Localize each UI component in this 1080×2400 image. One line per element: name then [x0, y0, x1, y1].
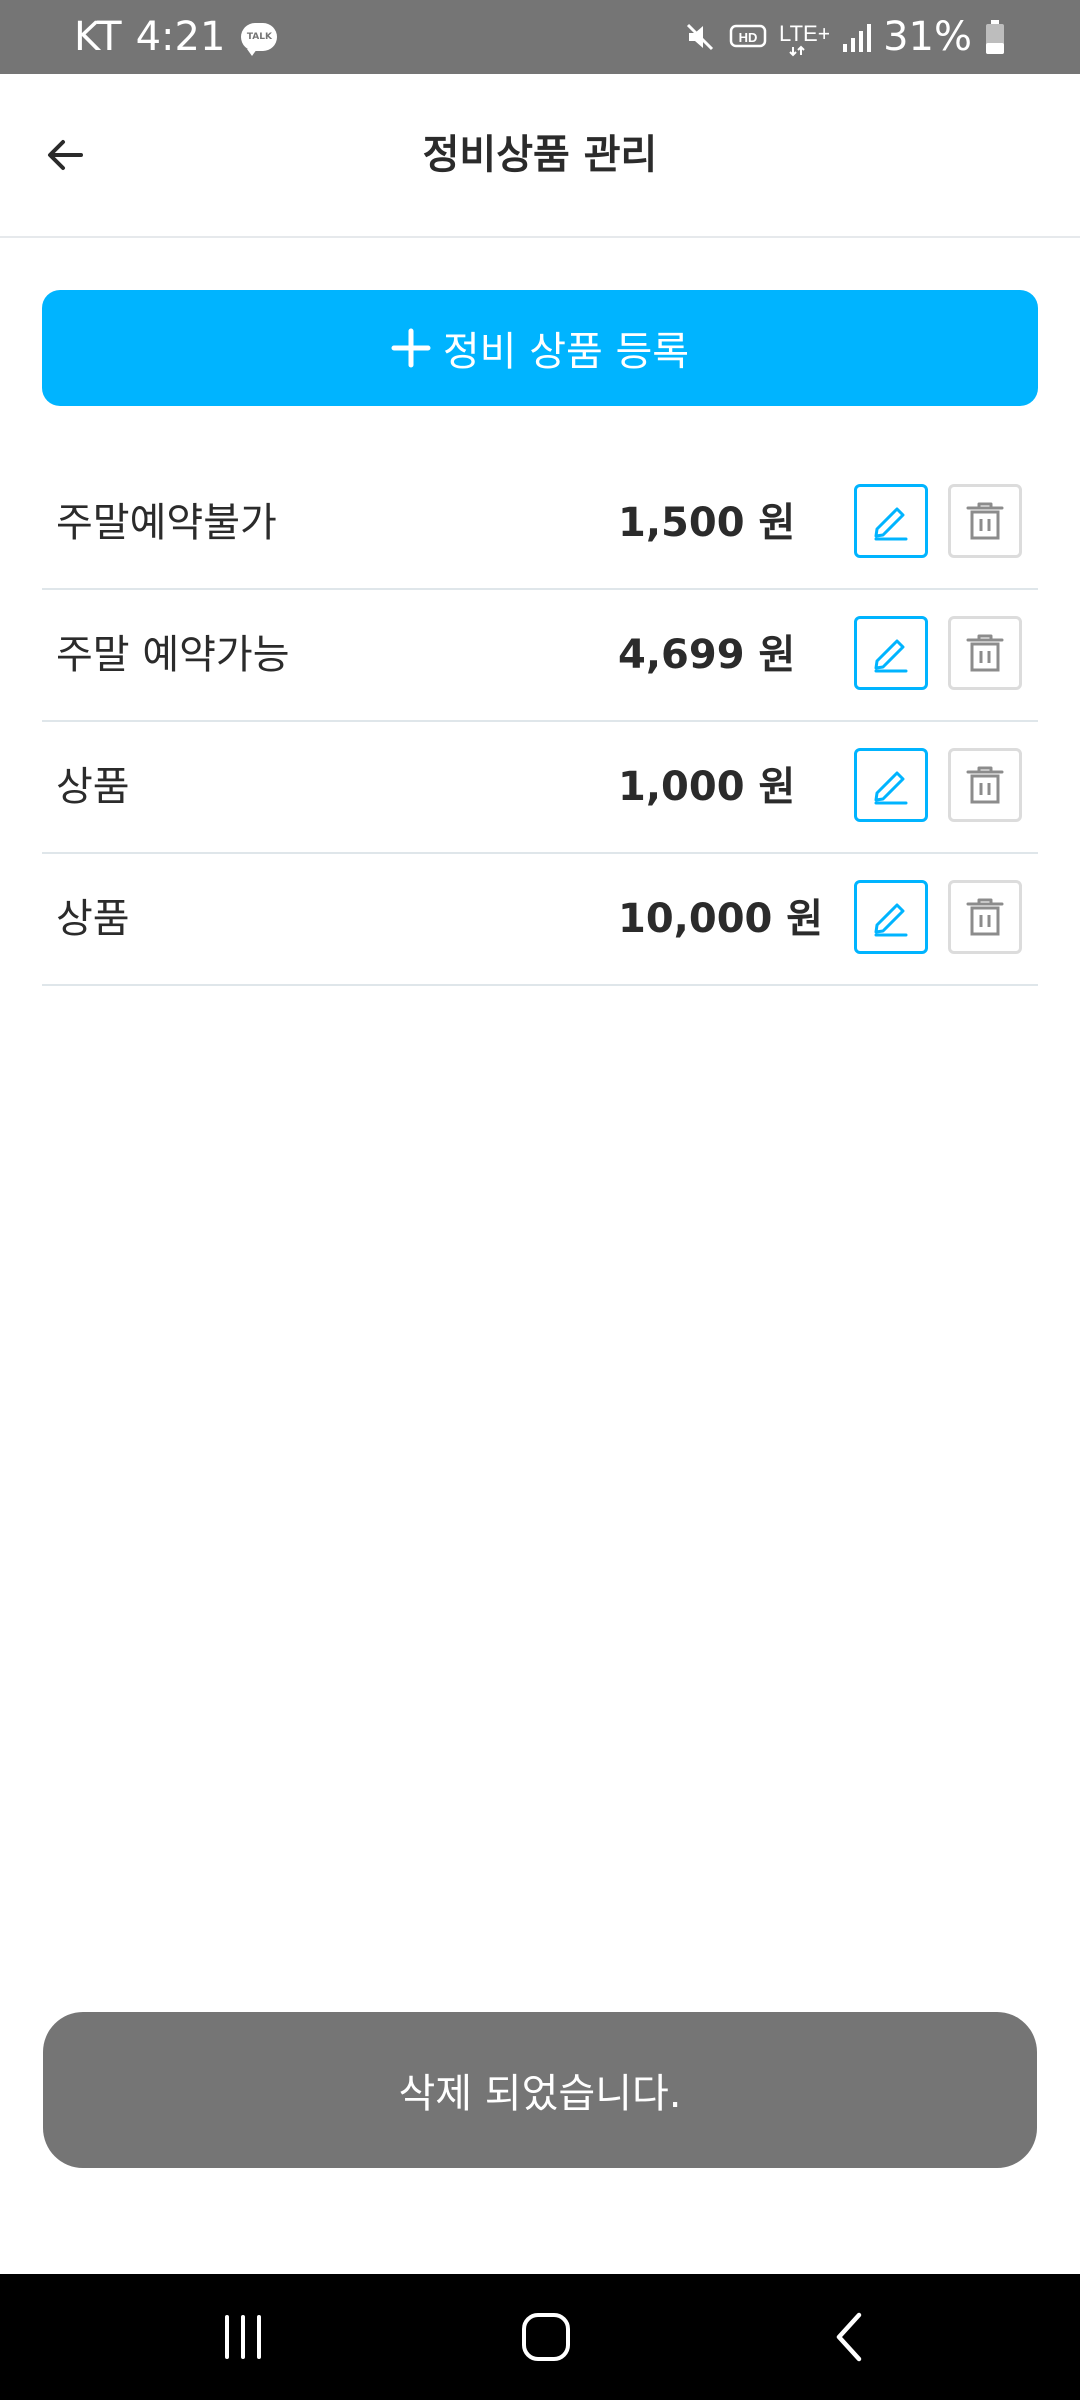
- battery-percent: 31%: [883, 14, 972, 60]
- carrier-label: KT: [74, 14, 122, 60]
- price-unit: 원: [758, 500, 796, 546]
- recent-apps-icon: [225, 2315, 261, 2359]
- edit-button[interactable]: [854, 616, 928, 690]
- product-price: 1,500 원: [618, 458, 795, 588]
- mute-icon: [687, 23, 714, 51]
- pencil-icon: [874, 639, 908, 673]
- price-value: 1,500: [618, 500, 745, 546]
- back-icon: [836, 2312, 862, 2362]
- recent-apps-button[interactable]: [183, 2274, 303, 2400]
- clock-time: 4:21: [135, 14, 226, 60]
- trash-icon: [966, 502, 1004, 540]
- battery-icon: [986, 20, 1004, 54]
- status-bar-right: HD LTE+ 31%: [683, 0, 1006, 74]
- back-arrow-icon: [48, 140, 83, 170]
- price-unit: 원: [758, 632, 796, 678]
- delete-button[interactable]: [948, 748, 1022, 822]
- product-row: 주말 예약가능 4,699 원: [42, 590, 1038, 722]
- plus-icon: [391, 328, 431, 368]
- talk-badge-text: TALK: [246, 32, 272, 42]
- register-product-button[interactable]: 정비 상품 등록: [42, 290, 1038, 406]
- product-name: 상품: [56, 764, 130, 810]
- kakaotalk-icon: TALK: [241, 23, 278, 56]
- product-price: 4,699 원: [618, 590, 795, 720]
- back-button[interactable]: [40, 125, 90, 185]
- page-title: 정비상품 관리: [422, 132, 658, 178]
- product-name: 주말 예약가능: [56, 632, 290, 678]
- signal-icon: [843, 24, 872, 52]
- toast-text: 삭제 되었습니다.: [398, 2071, 682, 2117]
- system-nav-bar: [0, 2274, 1080, 2400]
- product-list: 주말예약불가 1,500 원 주말 예약가능 4,699 원 상품 1,000 …: [42, 458, 1038, 986]
- trash-icon: [966, 898, 1004, 936]
- price-value: 1,000: [618, 764, 745, 810]
- pencil-icon: [874, 903, 908, 937]
- product-name: 상품: [56, 896, 130, 942]
- pencil-icon: [874, 507, 908, 541]
- nav-back-button[interactable]: [789, 2274, 909, 2400]
- product-row: 상품 1,000 원: [42, 722, 1038, 854]
- trash-icon: [966, 634, 1004, 672]
- product-price: 1,000 원: [618, 722, 795, 852]
- price-value: 10,000: [618, 896, 773, 942]
- price-unit: 원: [786, 896, 824, 942]
- price-unit: 원: [758, 764, 796, 810]
- edit-button[interactable]: [854, 484, 928, 558]
- edit-button[interactable]: [854, 880, 928, 954]
- screen: KT 4:21 TALK HD LTE+ 31% 정비상품 관리 정비 상품 등…: [0, 0, 1080, 2400]
- delete-button[interactable]: [948, 484, 1022, 558]
- status-bar-left: KT 4:21 TALK: [74, 0, 278, 74]
- toast-message: 삭제 되었습니다.: [43, 2012, 1037, 2168]
- lte-icon: LTE+: [779, 21, 829, 57]
- register-button-label: 정비 상품 등록: [442, 329, 690, 375]
- delete-button[interactable]: [948, 880, 1022, 954]
- product-price: 10,000 원: [618, 854, 823, 984]
- home-icon: [522, 2313, 570, 2361]
- trash-icon: [966, 766, 1004, 804]
- status-bar: KT 4:21 TALK HD LTE+ 31%: [0, 0, 1080, 74]
- app-header: 정비상품 관리: [0, 74, 1080, 238]
- product-row: 상품 10,000 원: [42, 854, 1038, 986]
- edit-button[interactable]: [854, 748, 928, 822]
- delete-button[interactable]: [948, 616, 1022, 690]
- home-button[interactable]: [486, 2274, 606, 2400]
- hd-badge-text: HD: [739, 30, 758, 45]
- pencil-icon: [874, 771, 908, 805]
- product-name: 주말예약불가: [56, 500, 277, 546]
- price-value: 4,699: [618, 632, 745, 678]
- hd-icon: HD: [729, 24, 767, 48]
- network-type-text: LTE+: [779, 21, 829, 46]
- product-row: 주말예약불가 1,500 원: [42, 458, 1038, 590]
